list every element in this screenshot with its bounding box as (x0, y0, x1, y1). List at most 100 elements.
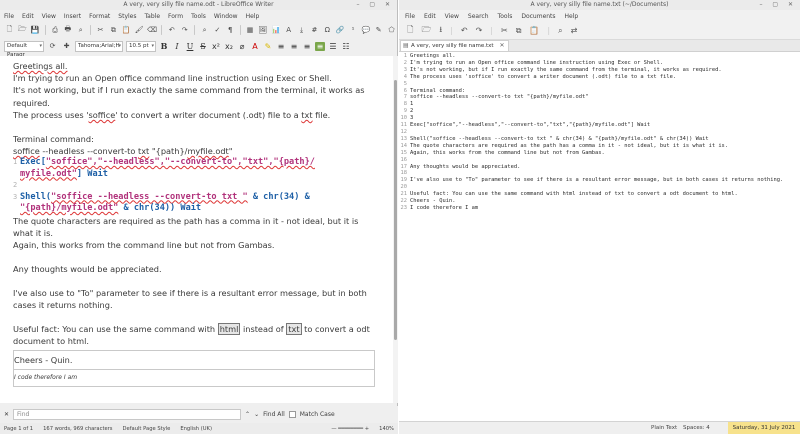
gedit-menu-help[interactable]: Help (565, 13, 579, 20)
paste-icon[interactable]: 📋 (529, 26, 539, 35)
bold-button[interactable]: B (159, 41, 169, 51)
page-count[interactable]: Page 1 of 1 (4, 426, 33, 432)
menu-styles[interactable]: Styles (118, 13, 136, 20)
track-changes-icon[interactable]: ✎ (373, 25, 384, 36)
clone-formatting-icon[interactable]: 🖌 (134, 25, 145, 36)
new-file-icon[interactable]: 🗋 (407, 24, 413, 38)
export-pdf-icon[interactable]: ⎙ (50, 25, 61, 36)
copy-icon[interactable]: ⧉ (516, 26, 522, 36)
gedit-tab[interactable]: ▤ A very, very silly file name.txt ✕ (400, 40, 509, 51)
hyperlink-icon[interactable]: 🔗 (335, 25, 346, 36)
menu-form[interactable]: Form (168, 13, 183, 20)
text-line[interactable]: 12 (399, 129, 800, 136)
undo-icon[interactable]: ↶ (166, 25, 177, 36)
gedit-menu-edit[interactable]: Edit (424, 13, 436, 20)
new-style-icon[interactable]: ✚ (61, 41, 72, 52)
cut-icon[interactable]: ✂ (501, 26, 508, 35)
spelling-icon[interactable]: ✓ (212, 25, 223, 36)
text-line[interactable]: 14 The quote characters are required as t… (399, 143, 800, 150)
gedit-window-controls[interactable]: – ▢ ✕ (759, 0, 797, 10)
formatting-marks-icon[interactable]: ¶ (225, 25, 236, 36)
strikethrough-button[interactable]: S (198, 42, 208, 51)
paragraph-style-select[interactable]: Default Paragr (4, 40, 44, 58)
find-next-icon[interactable]: ⌄ (254, 411, 259, 418)
find-previous-icon[interactable]: ⌃ (245, 411, 250, 418)
font-size-select[interactable]: 10.5 pt (126, 40, 156, 52)
clear-direct-formatting-button[interactable]: ⌀ (237, 42, 247, 51)
unordered-list-button[interactable]: ☰ (328, 42, 338, 51)
text-line[interactable]: 16 (399, 157, 800, 164)
zoom-level[interactable]: 140% (379, 426, 398, 432)
text-line[interactable]: 7 soffice --headless --convert-to txt "{p… (399, 94, 800, 101)
word-count[interactable]: 167 words, 969 characters (43, 426, 112, 432)
insert-image-icon[interactable]: 🖼 (258, 25, 269, 36)
align-left-button[interactable]: ≡ (276, 42, 286, 51)
menu-window[interactable]: Window (214, 13, 238, 20)
text-line[interactable]: 23 I code therefore I am (399, 205, 800, 212)
menu-format[interactable]: Format (89, 13, 110, 20)
menu-table[interactable]: Table (145, 13, 161, 20)
italic-button[interactable]: I (172, 42, 182, 51)
align-right-button[interactable]: ≡ (302, 42, 312, 51)
find-all-button[interactable]: Find All (263, 411, 285, 418)
special-character-icon[interactable]: Ω (322, 25, 333, 36)
text-line[interactable]: 21 Useful fact: You can use the same comm… (399, 191, 800, 198)
subscript-button[interactable]: x₂ (224, 42, 234, 51)
font-color-button[interactable]: A (250, 42, 260, 51)
clear-formatting-icon[interactable]: ⌫ (147, 25, 158, 36)
font-name-select[interactable]: Tahoma;Arial;H (75, 40, 123, 52)
match-case-checkbox[interactable] (288, 411, 296, 418)
text-line[interactable]: 5 (399, 81, 800, 88)
new-document-icon[interactable]: 🗋 (4, 25, 15, 36)
page-style[interactable]: Default Page Style (123, 426, 171, 432)
update-style-icon[interactable]: ⟳ (47, 41, 58, 52)
menu-help[interactable]: Help (246, 13, 260, 20)
gedit-menu-view[interactable]: View (445, 13, 459, 20)
text-line[interactable]: 20 (399, 184, 800, 191)
text-line[interactable]: 22 Cheers - Quin. (399, 198, 800, 205)
find-input[interactable]: Find (13, 409, 242, 420)
replace-icon[interactable]: ⇄ (571, 26, 578, 35)
superscript-button[interactable]: x² (211, 42, 221, 51)
text-line[interactable]: 1 Greetings all. (399, 53, 800, 60)
undo-icon[interactable]: ↶ (461, 26, 468, 35)
gedit-menu-tools[interactable]: Tools (498, 13, 513, 20)
text-line[interactable]: 3 It's not working, but if I run exactly … (399, 67, 800, 74)
text-line[interactable]: 92 (399, 108, 800, 115)
tab-width-select[interactable]: Spaces: 4 (683, 425, 710, 431)
open-file-icon[interactable]: 🗁 (421, 24, 431, 38)
find-replace-icon[interactable]: ⌕ (199, 25, 210, 36)
text-line[interactable]: 11 Exec["soffice","--headless","--convert… (399, 122, 800, 129)
close-find-icon[interactable]: ✕ (4, 411, 9, 418)
text-line[interactable]: 2 I'm trying to run an Open office comman… (399, 60, 800, 67)
date-indicator[interactable]: Saturday, 31 July 2021 (728, 422, 800, 434)
text-line[interactable]: 19 I've also use to "To" parameter to see… (399, 177, 800, 184)
insert-table-icon[interactable]: ▦ (245, 25, 256, 36)
open-folder-icon[interactable]: 🗁 (17, 25, 28, 36)
redo-icon[interactable]: ↷ (476, 26, 483, 35)
zoom-slider[interactable]: — ━━━━━━━━ + (331, 426, 369, 432)
scrollbar-thumb[interactable] (394, 80, 397, 340)
gedit-menu-documents[interactable]: Documents (521, 13, 555, 20)
underline-button[interactable]: U (185, 42, 195, 51)
document-scrollbar[interactable] (393, 56, 398, 403)
redo-icon[interactable]: ↷ (179, 25, 190, 36)
shapes-icon[interactable]: ⬠ (386, 25, 397, 36)
menu-tools[interactable]: Tools (191, 13, 206, 20)
justify-button[interactable]: ≡ (315, 41, 325, 51)
insert-textbox-icon[interactable]: A (283, 25, 294, 36)
menu-file[interactable]: File (4, 13, 14, 20)
text-line[interactable]: 10 3 (399, 115, 800, 122)
save-icon[interactable]: 💾 (30, 25, 41, 36)
copy-icon[interactable]: ⧉ (108, 25, 119, 36)
insert-field-icon[interactable]: # (309, 25, 320, 36)
save-file-icon[interactable]: ⭳ (439, 24, 442, 38)
writer-window-controls[interactable]: – ▢ ✕ (356, 0, 394, 10)
gedit-menu-search[interactable]: Search (468, 13, 489, 20)
ordered-list-button[interactable]: ☷ (341, 42, 351, 51)
menu-edit[interactable]: Edit (22, 13, 34, 20)
gedit-text-area[interactable]: 1 Greetings all. 2 I'm trying to run an Ope… (399, 53, 800, 421)
text-line[interactable]: 15 Again, this works from the command lin… (399, 150, 800, 157)
menu-view[interactable]: View (42, 13, 56, 20)
cut-icon[interactable]: ✂ (95, 25, 106, 36)
